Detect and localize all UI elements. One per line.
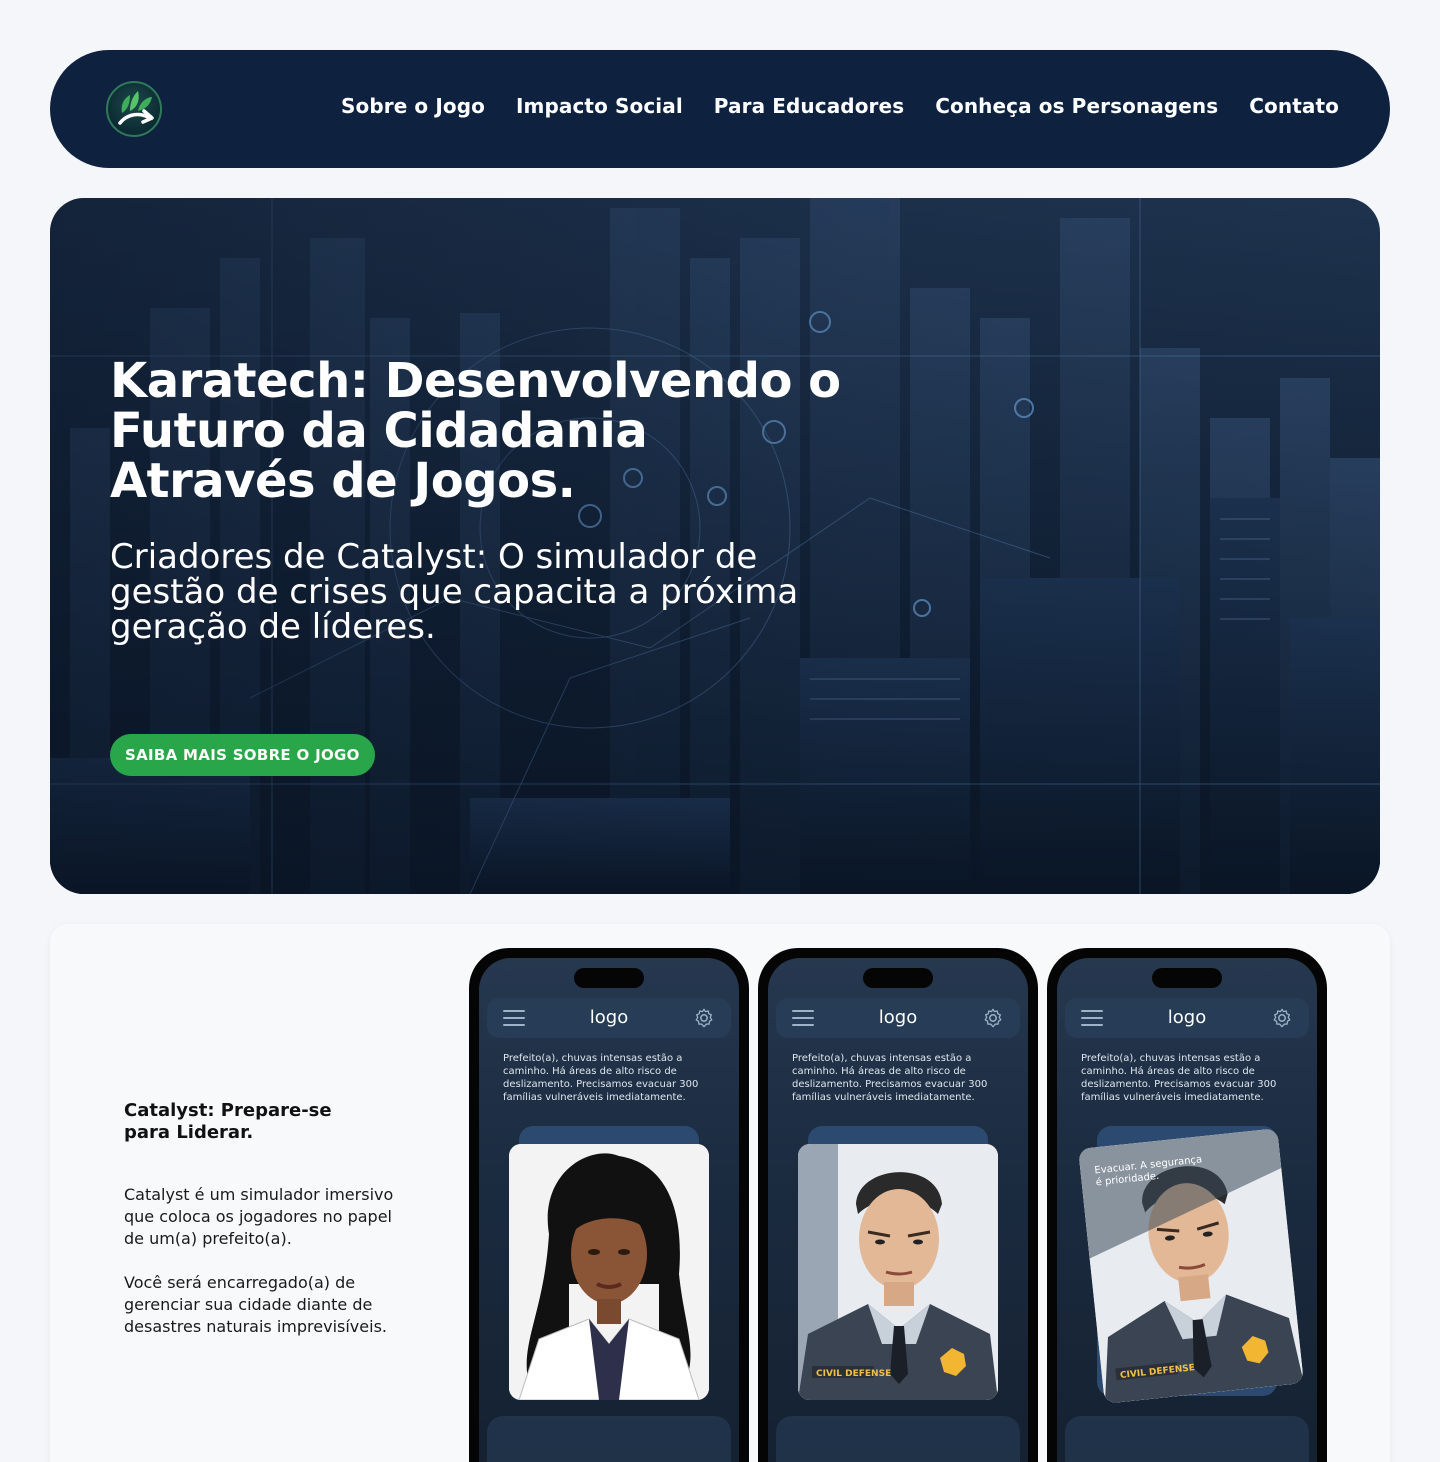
gear-icon[interactable] [982, 1007, 1004, 1029]
nav-link-para-educadores[interactable]: Para Educadores [714, 94, 904, 118]
catalyst-section: Catalyst: Prepare-se para Liderar. Catal… [50, 924, 1390, 1462]
action-bar [487, 1416, 731, 1462]
learn-more-button[interactable]: SAIBA MAIS SOBRE O JOGO [110, 734, 375, 776]
leaf-arrow-icon [118, 91, 154, 125]
crisis-message: Prefeito(a), chuvas intensas estão a cam… [792, 1053, 988, 1103]
catalyst-title: Catalyst: Prepare-se para Liderar. [124, 1100, 332, 1143]
character-card-swiping[interactable]: CIVIL DEFENSE Evacuar. A segurança é pri… [1078, 1128, 1304, 1404]
catalyst-paragraph-1: Catalyst é um simulador imersivo que col… [124, 1185, 394, 1248]
character-card[interactable] [509, 1144, 709, 1400]
nav-link-impacto-social[interactable]: Impacto Social [516, 94, 683, 118]
karatech-logo-icon[interactable] [106, 81, 162, 137]
phone-notch [1152, 968, 1222, 988]
badge-label: CIVIL DEFENSE [816, 1369, 891, 1379]
nav-link-sobre-o-jogo[interactable]: Sobre o Jogo [341, 94, 485, 118]
hero-banner: Karatech: Desenvolvendo o Futuro da Cida… [50, 198, 1380, 894]
woman-advisor-portrait-icon [509, 1144, 709, 1400]
app-header: logo [776, 998, 1020, 1038]
phone-screen: logo Prefeito(a), chuvas intensas estão … [1057, 958, 1317, 1462]
catalyst-description: Catalyst é um simulador imersivo que col… [124, 1184, 404, 1338]
phone-screen: logo Prefeito(a), chuvas intensas estão … [479, 958, 739, 1462]
action-bar [776, 1416, 1020, 1462]
nav-links: Sobre o Jogo Impacto Social Para Educado… [341, 94, 1339, 118]
crisis-message: Prefeito(a), chuvas intensas estão a cam… [503, 1053, 699, 1103]
phone-mockup-3: logo Prefeito(a), chuvas intensas estão … [1047, 948, 1327, 1462]
crisis-message: Prefeito(a), chuvas intensas estão a cam… [1081, 1053, 1277, 1103]
action-bar [1065, 1416, 1309, 1462]
character-card[interactable]: CIVIL DEFENSE [798, 1144, 998, 1400]
nav-link-conheca-os-personagens[interactable]: Conheça os Personagens [935, 94, 1218, 118]
phone-mockup-2: logo Prefeito(a), chuvas intensas estão … [758, 948, 1038, 1462]
hero-subtitle: Criadores de Catalyst: O simulador de ge… [110, 537, 799, 647]
phone-notch [863, 968, 933, 988]
catalyst-paragraph-2: Você será encarregado(a) de gerenciar su… [124, 1273, 387, 1336]
gear-icon[interactable] [693, 1007, 715, 1029]
nav-link-contato[interactable]: Contato [1249, 94, 1339, 118]
top-navigation-bar: Sobre o Jogo Impacto Social Para Educado… [50, 50, 1390, 168]
gear-icon[interactable] [1271, 1007, 1293, 1029]
app-header: logo [1065, 998, 1309, 1038]
civil-defense-officer-portrait-icon: CIVIL DEFENSE [798, 1144, 998, 1400]
app-header: logo [487, 998, 731, 1038]
phone-screen: logo Prefeito(a), chuvas intensas estão … [768, 958, 1028, 1462]
phone-notch [574, 968, 644, 988]
phone-mockup-1: logo Prefeito(a), chuvas intensas estão … [469, 948, 749, 1462]
hero-title: Karatech: Desenvolvendo o Futuro da Cida… [110, 353, 841, 509]
